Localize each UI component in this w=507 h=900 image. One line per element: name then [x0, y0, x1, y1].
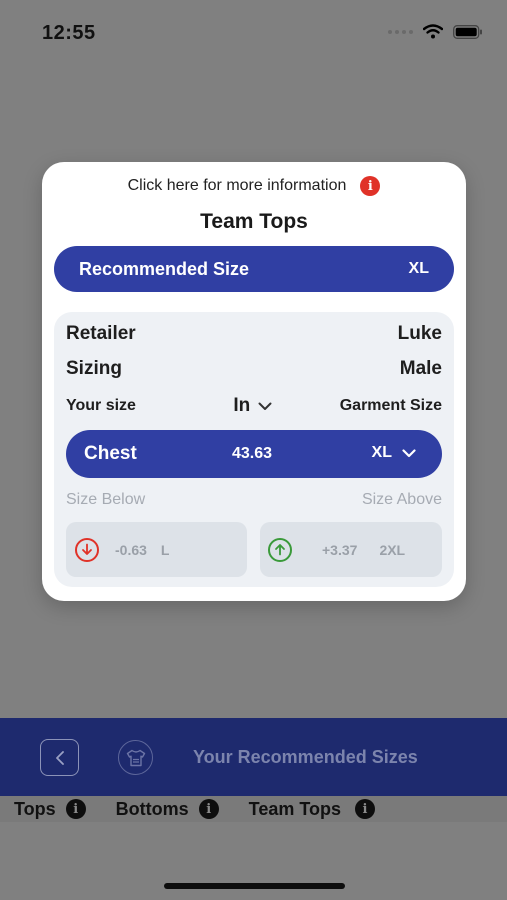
battery-icon	[453, 24, 482, 39]
app-bar-title: Your Recommended Sizes	[193, 747, 418, 767]
size-below-size: L	[160, 541, 170, 558]
recommended-size-label: Recommended Size	[79, 258, 250, 279]
category-tabs: Tops i Bottoms i Team Tops i	[0, 796, 507, 822]
shirt-button[interactable]	[118, 740, 153, 775]
recommended-size-value: XL	[408, 260, 429, 277]
chevron-down-icon[interactable]	[402, 448, 416, 458]
size-below-diff: -0.63	[115, 541, 147, 558]
back-button[interactable]	[40, 739, 79, 776]
tab-tops[interactable]: Tops i	[14, 799, 86, 820]
size-info-modal: Click here for more information i Team T…	[42, 162, 466, 601]
shirt-icon[interactable]	[126, 749, 146, 767]
measurement-label: Chest	[84, 443, 137, 464]
app-bar: Your Recommended Sizes	[0, 718, 507, 796]
status-bar: 12:55	[0, 0, 507, 66]
recommended-size-bar: Recommended Size XL	[54, 246, 454, 292]
garment-size-dropdown[interactable]: XL	[372, 444, 416, 462]
tab-team-tops[interactable]: Team Tops i	[249, 799, 376, 820]
wifi-icon	[423, 24, 443, 39]
retailer-label: Retailer	[66, 323, 136, 344]
size-above-box: +3.37 2XL	[260, 522, 442, 577]
retailer-row: Retailer Luke	[66, 323, 442, 345]
retailer-value: Luke	[397, 323, 442, 344]
unit-dropdown[interactable]: In	[233, 395, 272, 417]
size-below-box: -0.63 L	[66, 522, 247, 577]
status-icons	[388, 24, 483, 39]
measurement-bar: Chest 43.63 XL	[66, 430, 442, 478]
home-indicator[interactable]	[164, 883, 345, 889]
tab-team-tops-label[interactable]: Team Tops	[249, 799, 341, 820]
info-icon[interactable]: i	[65, 799, 86, 819]
size-header-row: Your size In Garment Size	[66, 395, 442, 417]
info-icon[interactable]: i	[198, 799, 219, 819]
sizing-row: Sizing Male	[66, 358, 442, 380]
tab-bottoms[interactable]: Bottoms i	[116, 799, 219, 820]
more-info-text[interactable]: Click here for more information	[128, 177, 347, 195]
unit-value[interactable]: In	[233, 395, 250, 417]
sizing-value: Male	[399, 358, 442, 379]
info-icon[interactable]: i	[355, 799, 376, 819]
chevron-left-icon[interactable]	[55, 750, 65, 766]
size-above-size: 2XL	[379, 541, 406, 558]
signal-dots-icon	[388, 29, 413, 34]
tab-bottoms-label[interactable]: Bottoms	[116, 799, 189, 820]
size-above-diff: +3.37	[322, 541, 358, 558]
size-details-panel: Retailer Luke Sizing Male Your size In G…	[54, 312, 454, 587]
garment-size-label: Garment Size	[339, 397, 442, 414]
arrow-up-circle-icon	[268, 537, 292, 562]
tab-tops-label[interactable]: Tops	[14, 799, 56, 820]
size-compare-labels: Size Below Size Above	[66, 491, 442, 509]
more-info-link[interactable]: Click here for more information i	[42, 176, 466, 196]
arrow-down-circle-icon	[75, 537, 99, 562]
info-icon[interactable]: i	[360, 176, 381, 196]
sizing-label: Sizing	[66, 358, 122, 379]
size-above-label: Size Above	[361, 491, 442, 508]
garment-size-value[interactable]: XL	[372, 444, 392, 462]
measurement-value: 43.63	[232, 445, 273, 462]
your-size-label: Your size	[66, 397, 136, 414]
size-below-label: Size Below	[66, 491, 146, 508]
status-time: 12:55	[42, 22, 96, 44]
chevron-down-icon[interactable]	[258, 402, 272, 411]
modal-title: Team Tops	[200, 210, 308, 233]
